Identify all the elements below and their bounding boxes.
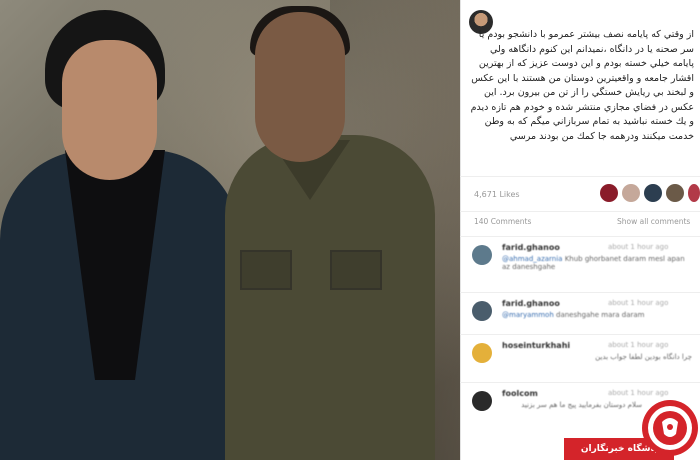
mention-link[interactable]: @ahmad_azarnia <box>502 255 562 263</box>
liker-avatar[interactable] <box>666 184 684 202</box>
comments-count[interactable]: 140 Comments <box>474 217 531 226</box>
commenter-name[interactable]: foolcom <box>502 389 538 398</box>
post-photo <box>0 0 460 460</box>
soldier-uniform <box>225 135 435 460</box>
liker-avatar[interactable] <box>600 184 618 202</box>
soldier-face <box>255 12 345 162</box>
commenter-avatar[interactable] <box>472 301 492 321</box>
comment-time: about 1 hour ago <box>608 389 669 397</box>
commenter-avatar[interactable] <box>472 343 492 363</box>
comment-text: @maryammoh daneshgahe mara daram <box>502 311 692 319</box>
post-caption: از وقتي كه پايامه نصف بيشتر عمرمو با دان… <box>470 29 694 142</box>
comment-body: daneshgahe mara daram <box>553 311 645 319</box>
comment-time: about 1 hour ago <box>608 341 669 349</box>
comment-text: @ahmad_azarnia Khub ghorbanet daram mesl… <box>502 255 692 271</box>
comment-text: چرا دانگاه بودين لطفا جواب بدين <box>595 353 692 361</box>
commenter-avatar[interactable] <box>472 391 492 411</box>
uniform-pocket-right <box>330 250 382 290</box>
liker-avatar[interactable] <box>688 184 700 202</box>
commenter-name[interactable]: hoseinturkhahi <box>502 341 570 350</box>
comment-time: about 1 hour ago <box>608 299 669 307</box>
watermark-logo-icon <box>642 400 698 456</box>
commenter-avatar[interactable] <box>472 245 492 265</box>
commenter-name[interactable]: farid.ghanoo <box>502 243 560 252</box>
show-all-comments-link[interactable]: Show all comments <box>617 217 690 226</box>
mention-link[interactable]: @maryammoh <box>502 311 554 319</box>
commenter-name[interactable]: farid.ghanoo <box>502 299 560 308</box>
comment-time: about 1 hour ago <box>608 243 669 251</box>
man-face <box>62 40 157 180</box>
liker-avatar[interactable] <box>644 184 662 202</box>
liker-avatar[interactable] <box>622 184 640 202</box>
likes-count[interactable]: 4,671 Likes <box>474 190 520 199</box>
comment-item: farid.ghanoo about 1 hour ago @ahmad_aza… <box>460 236 700 292</box>
comment-text: سلام دوستان بفرماييد پيج ما هم سر بزنيد <box>521 401 642 409</box>
uniform-pocket-left <box>240 250 292 290</box>
